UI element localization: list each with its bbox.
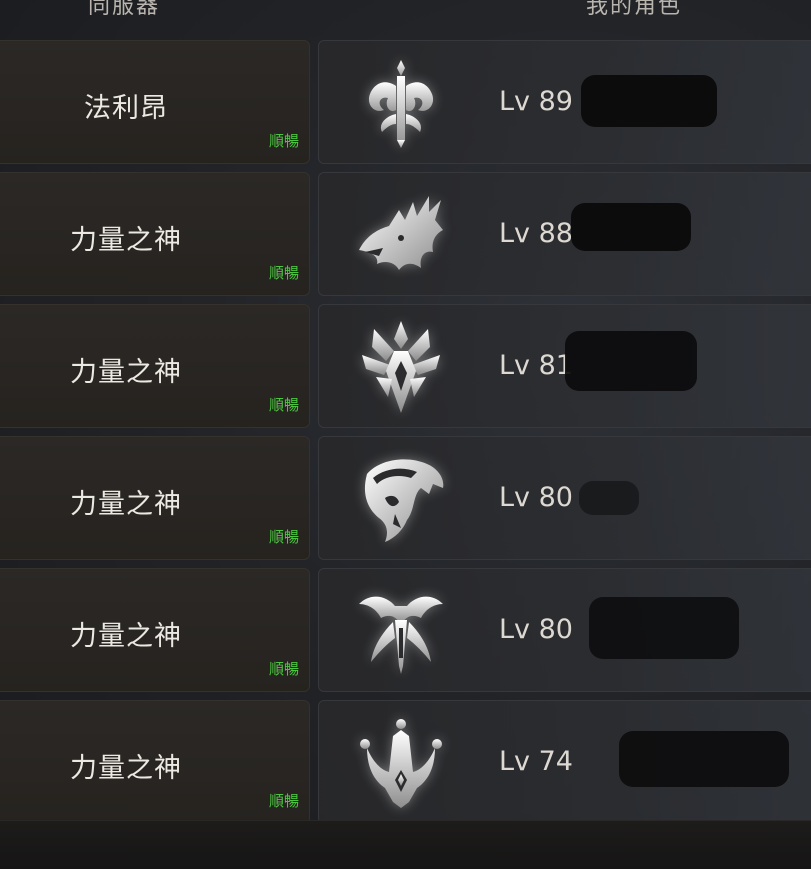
character-row[interactable]: 法利昂 順暢 Lv 89 (0, 40, 811, 164)
server-cell[interactable]: 力量之神 順暢 (0, 304, 310, 428)
character-cell[interactable]: Lv 88 (318, 172, 811, 296)
server-status: 順暢 (268, 792, 299, 810)
character-level: Lv 88 (499, 218, 573, 249)
server-status: 順暢 (268, 264, 299, 282)
server-name: 力量之神 (70, 357, 182, 388)
server-name: 力量之神 (70, 621, 182, 652)
character-level: Lv 80 (499, 482, 573, 513)
redacted-name (619, 731, 789, 787)
server-name: 法利昂 (84, 93, 168, 124)
thorn-crown-emblem-icon (351, 317, 451, 417)
server-name: 力量之神 (70, 489, 182, 520)
character-row[interactable]: 力量之神 順暢 Lv 81 (0, 304, 811, 428)
character-level: Lv 74 (499, 746, 573, 777)
character-cell[interactable]: Lv 81 (318, 304, 811, 428)
server-cell[interactable]: 力量之神 順暢 (0, 568, 310, 692)
server-cell[interactable]: 力量之神 順暢 (0, 436, 310, 560)
character-level: Lv 89 (499, 86, 573, 117)
winged-blade-emblem-icon (351, 581, 451, 681)
character-cell[interactable]: Lv 80 (318, 568, 811, 692)
server-cell[interactable]: 力量之神 順暢 (0, 172, 310, 296)
character-level: Lv 80 (499, 614, 573, 645)
character-row[interactable]: 力量之神 順暢 Lv 80 (0, 436, 811, 560)
server-column-header: 同服器 (88, 0, 161, 19)
server-status: 順暢 (268, 396, 299, 414)
redacted-name (581, 75, 717, 127)
sword-wings-emblem-icon (351, 53, 451, 153)
server-name: 力量之神 (70, 225, 182, 256)
server-name: 力量之神 (70, 753, 182, 784)
server-status: 順暢 (268, 528, 299, 546)
character-cell[interactable]: Lv 74 (318, 700, 811, 824)
redacted-name (579, 481, 639, 515)
server-cell[interactable]: 力量之神 順暢 (0, 700, 310, 824)
footer-bar (0, 820, 811, 869)
helmet-skull-emblem-icon (351, 449, 451, 549)
character-row[interactable]: 力量之神 順暢 Lv 74 (0, 700, 811, 824)
server-status: 順暢 (268, 660, 299, 678)
character-level: Lv 81 (499, 350, 573, 381)
redacted-name (571, 203, 691, 251)
character-row[interactable]: 力量之神 順暢 Lv 80 (0, 568, 811, 692)
crown-emblem-icon (351, 713, 451, 813)
character-cell[interactable]: Lv 89 (318, 40, 811, 164)
server-cell[interactable]: 法利昂 順暢 (0, 40, 310, 164)
redacted-name (589, 597, 739, 659)
character-column-header: 我的角色 (586, 0, 683, 19)
server-status: 順暢 (268, 132, 299, 150)
redacted-name (565, 331, 697, 391)
character-row[interactable]: 力量之神 順暢 Lv 88 (0, 172, 811, 296)
dragon-head-emblem-icon (351, 185, 451, 285)
character-cell[interactable]: Lv 80 (318, 436, 811, 560)
